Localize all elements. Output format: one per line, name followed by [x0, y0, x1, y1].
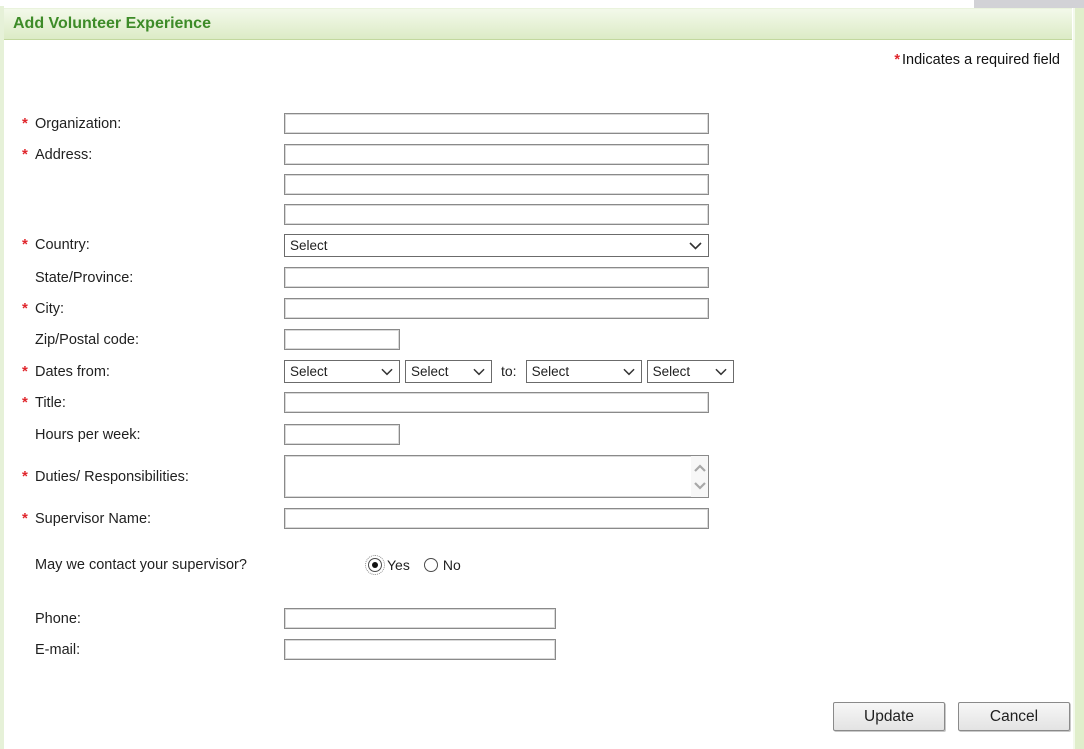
scroll-down-icon[interactable] [693, 477, 706, 495]
radio-option-yes[interactable]: Yes [365, 555, 410, 575]
radio-option-no[interactable]: No [423, 557, 461, 573]
address-row: * Address: [4, 144, 1072, 225]
radio-yes-label: Yes [387, 557, 410, 573]
phone-input[interactable] [284, 608, 556, 629]
page-title: Add Volunteer Experience [4, 8, 1072, 40]
date-to-month-select[interactable]: Select [525, 360, 642, 383]
contact-supervisor-row: *May we contact your supervisor? Yes No [4, 554, 1072, 576]
supervisor-input[interactable] [284, 508, 709, 529]
state-input[interactable] [284, 267, 709, 288]
supervisor-row: * Supervisor Name: [4, 508, 1072, 530]
radio-button-icon[interactable] [423, 558, 438, 572]
hours-input[interactable] [284, 424, 400, 445]
email-label: *E-mail: [35, 642, 81, 658]
cancel-button[interactable]: Cancel [958, 702, 1070, 731]
textarea-scrollbar[interactable] [691, 456, 708, 497]
radio-button-icon[interactable] [365, 555, 385, 575]
zip-label: *Zip/Postal code: [35, 332, 139, 348]
dates-label: * Dates from: [4, 360, 284, 384]
required-asterisk-icon: * [894, 52, 900, 68]
address-label: * Address: [22, 146, 93, 163]
required-field-note: * Indicates a required field [4, 52, 1072, 72]
city-row: * City: [4, 298, 1072, 320]
duties-row: * Duties/ Responsibilities: [4, 455, 1072, 498]
contact-supervisor-radio-group: Yes No [365, 555, 461, 575]
scroll-up-icon[interactable] [693, 459, 706, 477]
dates-to-label: to: [501, 363, 517, 379]
update-button[interactable]: Update [833, 702, 945, 731]
organization-input[interactable] [284, 113, 709, 134]
form-content: * Indicates a required field * Organizatio… [4, 40, 1072, 749]
address-inputs [284, 144, 709, 225]
duties-textarea[interactable] [284, 455, 709, 498]
address-line3-input[interactable] [284, 204, 709, 225]
organization-label: * Organization: [22, 115, 122, 132]
organization-row: * Organization: [4, 113, 1072, 135]
title-input[interactable] [284, 392, 709, 413]
required-asterisk-icon: * [22, 146, 28, 163]
address-line1-input[interactable] [284, 144, 709, 165]
form-actions: Update Cancel [833, 702, 1070, 731]
top-right-corner-strip [974, 0, 1084, 8]
phone-row: *Phone: [4, 608, 1072, 630]
supervisor-label: * Supervisor Name: [22, 510, 152, 527]
chevron-down-icon [473, 364, 485, 379]
chevron-down-icon [714, 364, 727, 379]
chevron-down-icon [381, 364, 393, 379]
required-asterisk-icon: * [22, 510, 28, 527]
chevron-down-icon [622, 364, 635, 379]
zip-input[interactable] [284, 329, 400, 350]
zip-row: *Zip/Postal code: [4, 329, 1072, 351]
contact-supervisor-label: *May we contact your supervisor? [35, 557, 247, 573]
state-label: *State/Province: [35, 270, 134, 286]
state-row: *State/Province: [4, 267, 1072, 289]
email-input[interactable] [284, 639, 556, 660]
radio-no-label: No [442, 557, 461, 573]
required-asterisk-icon: * [22, 467, 28, 485]
date-to-year-select[interactable]: Select [646, 360, 734, 383]
hours-label: *Hours per week: [35, 427, 141, 443]
title-label: * Title: [22, 394, 66, 411]
required-note-text: Indicates a required field [902, 52, 1060, 68]
dates-selects: Select Select to: Select Select [284, 360, 734, 383]
email-row: *E-mail: [4, 639, 1072, 661]
required-asterisk-icon: * [22, 300, 28, 317]
date-from-month-select[interactable]: Select [284, 360, 400, 383]
country-label: * Country: [22, 236, 90, 253]
required-asterisk-icon: * [22, 363, 28, 380]
required-asterisk-icon: * [22, 115, 28, 132]
hours-row: *Hours per week: [4, 424, 1072, 446]
dates-row: * Dates from: Select Select to: Select Se… [4, 360, 1072, 384]
chevron-down-icon [689, 238, 702, 253]
city-input[interactable] [284, 298, 709, 319]
required-asterisk-icon: * [22, 394, 28, 411]
country-select-value: Select [290, 238, 328, 253]
city-label: * City: [22, 300, 64, 317]
phone-label: *Phone: [35, 611, 81, 627]
right-edge-strip [1073, 8, 1084, 749]
address-line2-input[interactable] [284, 174, 709, 195]
required-asterisk-icon: * [22, 236, 28, 253]
country-select[interactable]: Select [284, 234, 709, 257]
title-row: * Title: [4, 392, 1072, 414]
add-volunteer-experience-page: Add Volunteer Experience * Indicates a re… [0, 0, 1084, 749]
duties-label: * Duties/ Responsibilities: [22, 467, 189, 485]
country-row: * Country: Select [4, 234, 1072, 257]
date-from-year-select[interactable]: Select [405, 360, 492, 383]
